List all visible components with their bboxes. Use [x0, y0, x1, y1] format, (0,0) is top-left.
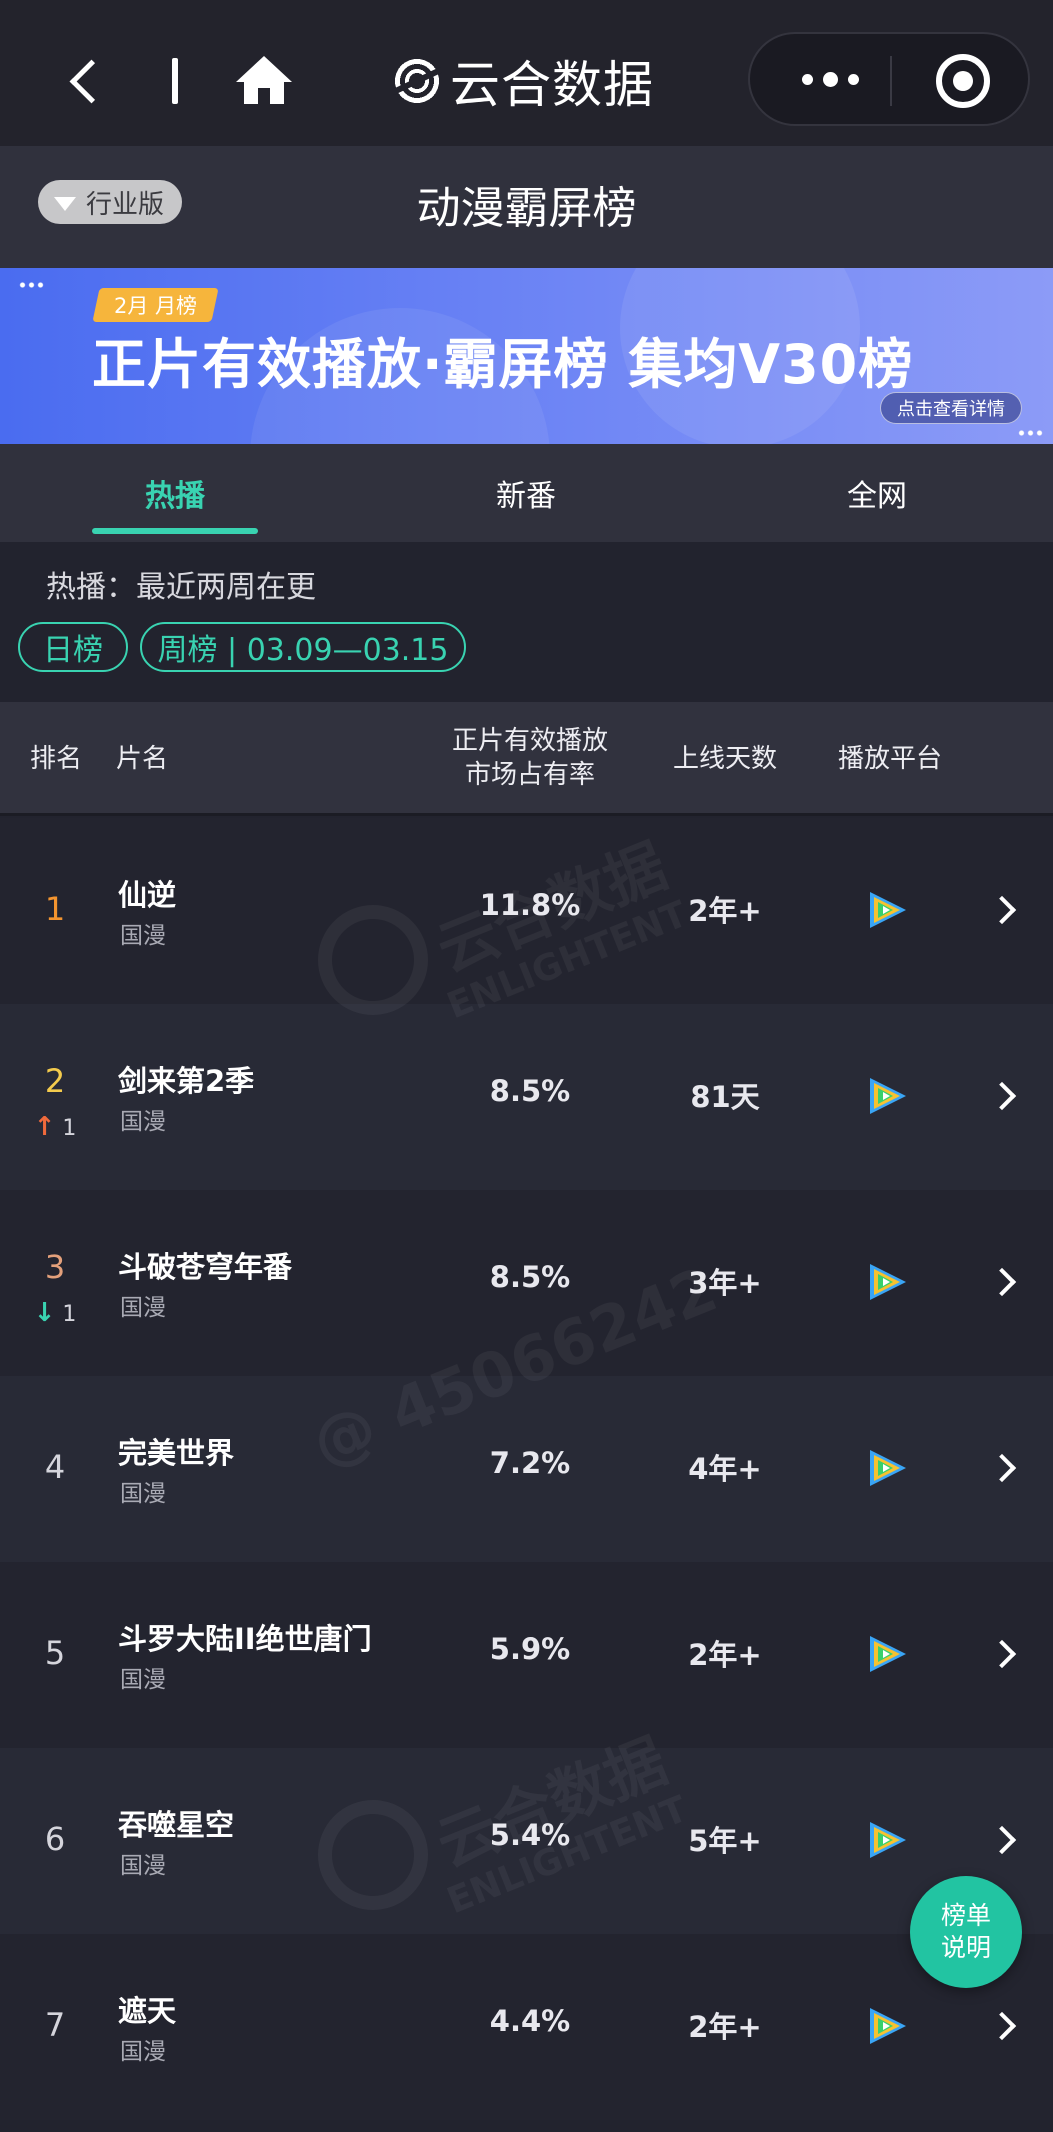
weekly-chart-button[interactable]: 周榜 | 03.09—03.15 [140, 622, 466, 672]
chevron-right-icon[interactable] [987, 1453, 1017, 1483]
chevron-right-icon[interactable] [987, 2011, 1017, 2041]
tab-all[interactable]: 全网 [794, 444, 960, 542]
active-tab-indicator [92, 528, 258, 534]
row-rank: 4 [44, 1448, 66, 1486]
hot-definition-text: 热播：最近两周在更 [46, 570, 316, 605]
row-days: 4年+ [688, 1452, 762, 1486]
header-share: 正片有效播放 市场占有率 [451, 726, 608, 790]
arrow-up-icon: ↑ [33, 1112, 56, 1142]
row-days: 2年+ [688, 894, 762, 928]
row-rank: 5 [44, 1634, 66, 1672]
tab-bar: 热播 新番 全网 [0, 444, 1053, 542]
table-row[interactable]: 5 斗罗大陆II绝世唐门 国漫 5.9% 2年+ [0, 1562, 1053, 1748]
row-share: 5.4% [489, 1818, 571, 1852]
home-icon[interactable] [236, 56, 292, 108]
banner-tag: 2月 月榜 [92, 288, 219, 322]
row-days: 3年+ [688, 1266, 762, 1300]
tencent-video-icon [870, 1822, 910, 1858]
row-rank: 6 [44, 1820, 66, 1858]
chevron-right-icon[interactable] [987, 1081, 1017, 1111]
chevron-right-icon[interactable] [987, 1639, 1017, 1669]
back-arrow-icon[interactable] [62, 52, 112, 112]
fab-label-line2: 说明 [940, 1933, 991, 1962]
row-rank: 7 [44, 2006, 66, 2044]
tencent-video-icon [870, 1264, 910, 1300]
row-genre: 国漫 [120, 1295, 166, 1321]
nav-divider [172, 58, 178, 104]
banner-title: 正片有效播放·霸屏榜 集均V30榜 [92, 333, 914, 396]
header-title: 片名 [116, 744, 169, 774]
row-rank: 1 [44, 890, 66, 928]
close-target-icon[interactable] [936, 54, 990, 108]
brand: 云合数据 [390, 46, 654, 116]
banner-indicator [18, 282, 44, 288]
rank-change: ↓ 1 [33, 1298, 77, 1328]
tencent-video-icon [870, 892, 910, 928]
header-rank: 排名 [30, 744, 83, 774]
tencent-video-icon [870, 2008, 910, 2044]
rank-change: ↑ 1 [33, 1112, 77, 1142]
row-genre: 国漫 [120, 1109, 166, 1135]
row-days: 2年+ [688, 2010, 762, 2044]
brand-logo-icon [390, 54, 444, 108]
table-row[interactable]: 6 吞噬星空 国漫 5.4% 5年+ [0, 1748, 1053, 1934]
row-days: 2年+ [688, 1638, 762, 1672]
row-title: 斗破苍穹年番 [118, 1250, 293, 1284]
more-icon[interactable] [790, 64, 870, 94]
row-genre: 国漫 [120, 2039, 166, 2065]
header-days: 上线天数 [672, 744, 777, 774]
page-header: 行业版 动漫霸屏榜 [0, 146, 1053, 268]
table-row[interactable]: 4 完美世界 国漫 7.2% 4年+ [0, 1376, 1053, 1562]
row-days: 81天 [690, 1080, 760, 1114]
page-title: 动漫霸屏榜 [416, 183, 637, 234]
row-share: 11.8% [479, 888, 581, 922]
tencent-video-icon [870, 1450, 910, 1486]
chart-explanation-button[interactable]: 榜单 说明 [910, 1876, 1022, 1988]
row-rank: 2 [44, 1062, 66, 1100]
row-genre: 国漫 [120, 1667, 166, 1693]
row-share: 5.9% [489, 1632, 571, 1666]
row-rank: 3 [44, 1248, 66, 1286]
top-nav-bar: 云合数据 [0, 0, 1053, 146]
table-row[interactable]: 3 ↓ 1 斗破苍穹年番 国漫 8.5% 3年+ [0, 1190, 1053, 1376]
tab-new[interactable]: 新番 [443, 444, 609, 542]
row-days: 5年+ [688, 1824, 762, 1858]
table-header: 排名 片名 正片有效播放 市场占有率 上线天数 播放平台 [0, 702, 1053, 816]
tencent-video-icon [870, 1078, 910, 1114]
header-platform: 播放平台 [837, 744, 942, 774]
tencent-video-icon [870, 1636, 910, 1672]
row-share: 8.5% [489, 1074, 571, 1108]
table-row[interactable]: 2 ↑ 1 剑来第2季 国漫 8.5% 81天 [0, 1004, 1053, 1190]
chevron-right-icon[interactable] [987, 895, 1017, 925]
brand-name: 云合数据 [450, 56, 654, 114]
chevron-right-icon[interactable] [987, 1825, 1017, 1855]
row-title: 仙逆 [118, 878, 177, 912]
row-share: 4.4% [489, 2004, 571, 2038]
row-genre: 国漫 [120, 1481, 166, 1507]
row-title: 吞噬星空 [118, 1808, 235, 1842]
row-title: 剑来第2季 [118, 1064, 255, 1098]
table-row[interactable]: 7 遮天 国漫 4.4% 2年+ [0, 1934, 1053, 2120]
row-genre: 国漫 [120, 1853, 166, 1879]
arrow-down-icon: ↓ [33, 1298, 56, 1328]
row-title: 斗罗大陆II绝世唐门 [118, 1622, 372, 1656]
row-genre: 国漫 [120, 923, 166, 949]
row-title: 完美世界 [118, 1436, 235, 1470]
capsule-divider [890, 56, 892, 106]
table-row[interactable]: 1 仙逆 国漫 11.8% 2年+ [0, 818, 1053, 1004]
promo-banner[interactable]: 2月 月榜 正片有效播放·霸屏榜 集均V30榜 点击查看详情 [0, 268, 1053, 444]
row-share: 7.2% [489, 1446, 571, 1480]
miniprogram-capsule [748, 32, 1030, 126]
banner-details-button[interactable]: 点击查看详情 [880, 392, 1022, 424]
chevron-right-icon[interactable] [987, 1267, 1017, 1297]
banner-decor-dots [1017, 430, 1043, 436]
daily-chart-button[interactable]: 日榜 [18, 622, 128, 672]
fab-label-line1: 榜单 [940, 1901, 991, 1930]
row-title: 遮天 [118, 1994, 177, 2028]
row-share: 8.5% [489, 1260, 571, 1294]
